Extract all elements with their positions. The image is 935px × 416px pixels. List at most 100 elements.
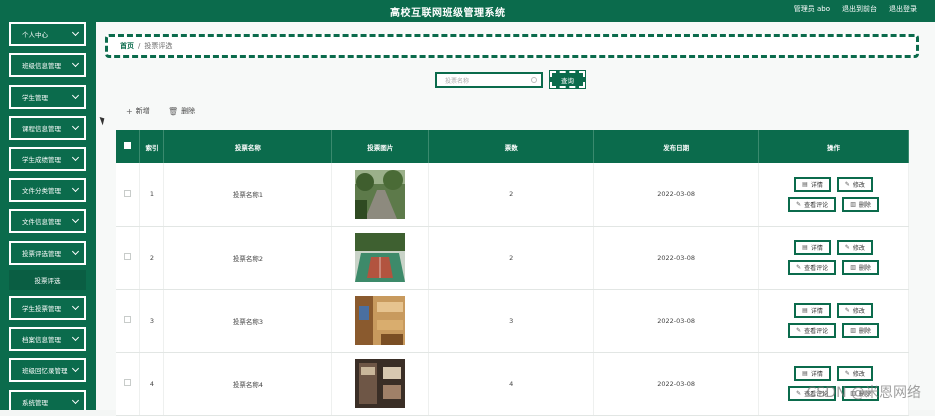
- sidebar-item-label: 档案信息管理: [22, 336, 61, 344]
- edit-icon: ✎: [844, 244, 850, 251]
- row-votes: 2: [428, 163, 595, 227]
- view-comments-button[interactable]: ✎ 查看评论: [788, 323, 837, 338]
- breadcrumb-home[interactable]: 首页: [120, 41, 134, 51]
- table-header-row: 索引 投票名称 投票图片 票数 发布日期 操作: [116, 130, 909, 163]
- logout-link[interactable]: 退出登录: [889, 4, 917, 14]
- row-index: 4: [139, 352, 165, 416]
- sidebar-item-memoirs[interactable]: 班级回忆录管理: [9, 358, 86, 382]
- delete-button[interactable]: 🗑 删除: [168, 106, 195, 116]
- search-input[interactable]: 投票名称: [435, 72, 543, 88]
- sidebar-item-courses[interactable]: 课程信息管理: [9, 116, 86, 140]
- row-name: 投票名称2: [163, 226, 333, 290]
- row-name: 投票名称1: [163, 163, 333, 227]
- chevron-down-icon: [71, 184, 80, 193]
- detail-label: 详情: [810, 371, 823, 378]
- edit-icon: ✎: [796, 390, 802, 397]
- chevron-down-icon: [71, 302, 80, 311]
- front-link[interactable]: 退出到前台: [842, 4, 877, 14]
- detail-icon: ▤: [802, 180, 808, 188]
- top-right-links: 管理员 abo 退出到前台 退出登录: [794, 4, 917, 14]
- column-header-date: 发布日期: [593, 130, 760, 163]
- sidebar-item-profile[interactable]: 个人中心: [9, 22, 86, 46]
- sidebar-subitem-vote[interactable]: 投票评选: [9, 270, 86, 290]
- sidebar-item-class-info[interactable]: 班级信息管理: [9, 53, 86, 77]
- select-all-header[interactable]: [116, 130, 141, 163]
- trash-icon: ▥: [850, 327, 856, 334]
- chevron-down-icon: [71, 215, 80, 224]
- breadcrumb: 首页 / 投票评选: [105, 34, 919, 58]
- comments-label: 查看评论: [804, 265, 829, 272]
- user-name: abo: [816, 5, 830, 13]
- row-votes: 4: [428, 352, 595, 416]
- edit-label: 修改: [852, 308, 865, 315]
- row-checkbox[interactable]: [124, 379, 132, 386]
- row-votes: 2: [428, 226, 595, 290]
- sidebar-item-file-info[interactable]: 文件信息管理: [9, 209, 86, 233]
- sidebar-item-label: 系统管理: [22, 399, 48, 407]
- breadcrumb-current: 投票评选: [144, 42, 173, 50]
- court-photo-image: [355, 233, 406, 282]
- row-index: 3: [139, 289, 165, 353]
- chevron-down-icon: [71, 59, 80, 68]
- sidebar-item-file-categories[interactable]: 文件分类管理: [9, 178, 86, 202]
- sidebar-item-label: 文件分类管理: [22, 187, 61, 195]
- vote-table: 索引 投票名称 投票图片 票数 发布日期 操作 1 投票名称1 2 2022-0…: [116, 130, 909, 416]
- edit-icon: ✎: [796, 200, 802, 208]
- chevron-down-icon: [71, 91, 80, 100]
- clear-icon[interactable]: [531, 77, 537, 83]
- sidebar-item-label: 学生管理: [22, 94, 48, 102]
- column-header-image: 投票图片: [331, 130, 430, 163]
- edit-icon: ✎: [844, 180, 850, 188]
- sidebar-item-grades[interactable]: 学生成绩管理: [9, 147, 86, 171]
- row-checkbox[interactable]: [124, 253, 132, 260]
- row-date: 2022-03-08: [593, 163, 760, 227]
- detail-icon: ▤: [802, 244, 808, 251]
- search-placeholder: 投票名称: [445, 77, 470, 85]
- row-checkbox[interactable]: [124, 189, 132, 197]
- view-comments-button[interactable]: ✎ 查看评论: [788, 196, 837, 212]
- edit-button[interactable]: ✎ 修改: [836, 176, 873, 192]
- row-delete-button[interactable]: ▥ 删除: [842, 323, 879, 338]
- row-checkbox[interactable]: [124, 316, 132, 323]
- row-delete-button[interactable]: ▥ 删除: [842, 260, 879, 275]
- detail-button[interactable]: ▤ 详情: [794, 303, 831, 318]
- user-info: 管理员 abo: [794, 4, 830, 14]
- trash-icon: ▥: [850, 264, 856, 271]
- row-date: 2022-03-08: [593, 226, 760, 290]
- sidebar-item-students[interactable]: 学生管理: [9, 85, 86, 109]
- row-delete-button[interactable]: ▥ 删除: [842, 196, 879, 212]
- detail-button[interactable]: ▤ 详情: [794, 240, 831, 255]
- view-comments-button[interactable]: ✎ 查看评论: [788, 260, 837, 275]
- edit-button[interactable]: ✎ 修改: [836, 240, 873, 255]
- table-row: 4 投票名称4 4 2022-03-08 ▤ 详情 ✎ 修改 ✎ 查看评论 ▥ …: [116, 352, 909, 416]
- detail-button[interactable]: ▤ 详情: [794, 366, 831, 381]
- edit-label: 修改: [852, 371, 865, 378]
- row-votes: 3: [428, 289, 595, 353]
- breadcrumb-separator: /: [138, 42, 141, 50]
- edit-label: 修改: [852, 181, 865, 189]
- search-button[interactable]: 查询: [549, 70, 586, 89]
- chevron-down-icon: [71, 396, 80, 405]
- add-button[interactable]: + 新增: [126, 106, 150, 116]
- edit-button[interactable]: ✎ 修改: [836, 303, 873, 318]
- chevron-down-icon: [71, 364, 80, 373]
- sidebar-item-label: 文件信息管理: [22, 218, 61, 226]
- edit-button[interactable]: ✎ 修改: [836, 366, 873, 381]
- column-header-index: 索引: [139, 130, 165, 163]
- sidebar-item-system[interactable]: 系统管理: [9, 390, 86, 410]
- delete-label: 删除: [181, 107, 196, 115]
- delete-label: 删除: [858, 201, 871, 209]
- row-index: 2: [139, 226, 165, 290]
- select-all-checkbox[interactable]: [124, 142, 132, 149]
- sidebar-item-archives[interactable]: 档案信息管理: [9, 327, 86, 351]
- sidebar-item-vote-management[interactable]: 投票评选管理: [9, 241, 86, 265]
- detail-label: 详情: [810, 245, 823, 252]
- row-index: 1: [139, 163, 165, 227]
- sidebar-item-student-votes[interactable]: 学生投票管理: [9, 296, 86, 320]
- trash-icon: ▥: [850, 200, 856, 208]
- sidebar-item-label: 班级回忆录管理: [22, 367, 68, 375]
- detail-icon: ▤: [802, 370, 808, 377]
- sidebar: 个人中心 班级信息管理 学生管理 课程信息管理 学生成绩管理 文件分类管理 文件…: [0, 22, 96, 410]
- sidebar-item-label: 投票评选管理: [22, 250, 61, 258]
- detail-button[interactable]: ▤ 详情: [794, 176, 831, 192]
